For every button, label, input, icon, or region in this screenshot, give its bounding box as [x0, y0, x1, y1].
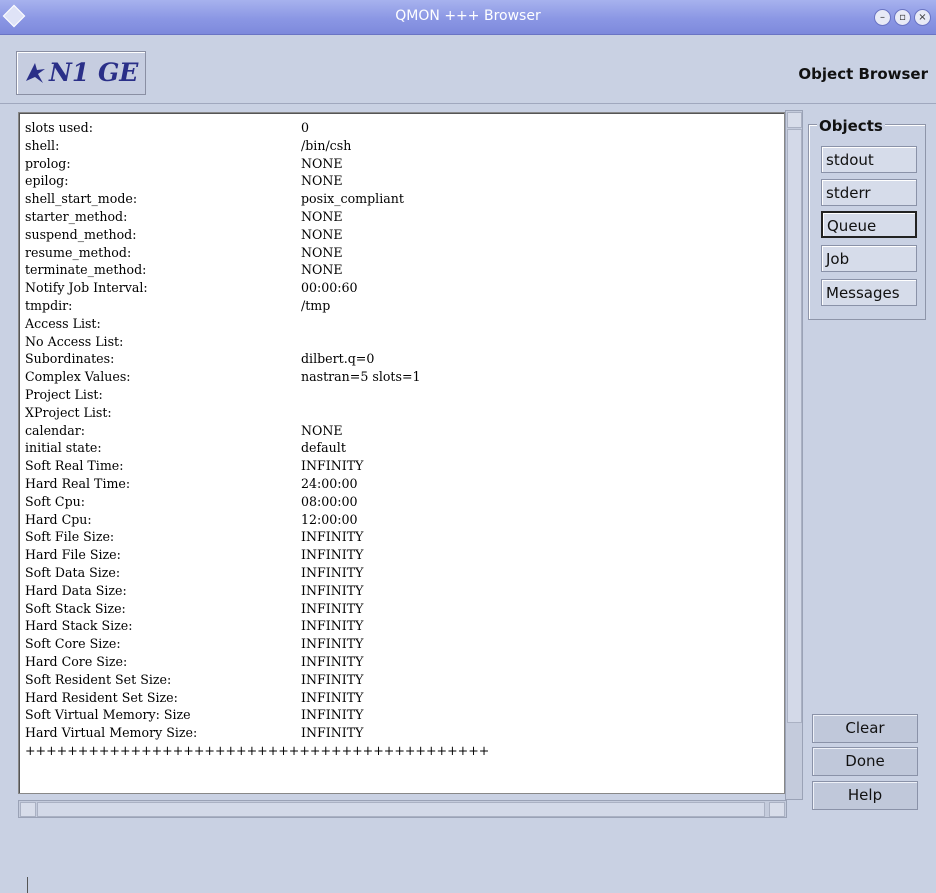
- info-key: epilog:: [25, 173, 69, 189]
- info-key: slots used:: [25, 120, 93, 135]
- info-value: NONE: [301, 155, 343, 171]
- info-key: shell_start_mode:: [25, 191, 138, 207]
- info-value: NONE: [301, 173, 343, 189]
- info-value: INFINITY: [301, 600, 364, 616]
- info-key: Hard Stack Size:: [25, 618, 133, 634]
- info-value: INFINITY: [301, 671, 364, 687]
- scroll-up-icon[interactable]: [787, 112, 802, 128]
- minimize-icon[interactable]: –: [874, 9, 891, 26]
- info-value: NONE: [301, 422, 343, 438]
- info-value: 24:00:00: [301, 475, 358, 491]
- help-button[interactable]: Help: [812, 781, 918, 810]
- info-key: calendar:: [25, 422, 85, 438]
- text-cursor: [27, 877, 30, 893]
- logo-text: N1 GE: [49, 58, 139, 87]
- scroll-thumb-horizontal[interactable]: [37, 802, 765, 817]
- maximize-icon[interactable]: ▫: [894, 9, 911, 26]
- info-key: shell:: [25, 137, 60, 153]
- info-key: ++++++++++++++++++++++++++++++++++++++++…: [25, 742, 490, 758]
- info-key: prolog:: [25, 155, 71, 171]
- info-value: INFINITY: [301, 653, 364, 669]
- info-value: NONE: [301, 262, 343, 278]
- info-key: Soft Stack Size:: [25, 600, 126, 616]
- window-title: QMON +++ Browser: [395, 8, 541, 24]
- n1ge-logo: N1 GE: [16, 51, 146, 95]
- info-value: default: [301, 440, 346, 456]
- info-key: XProject List:: [25, 404, 112, 420]
- horizontal-scrollbar[interactable]: [18, 800, 787, 818]
- scroll-thumb[interactable]: [787, 129, 802, 723]
- info-key: Hard Cpu:: [25, 511, 92, 527]
- info-value: /bin/csh: [301, 137, 352, 153]
- info-key: Notify Job Interval:: [25, 280, 148, 296]
- info-value: NONE: [301, 226, 343, 242]
- clear-button[interactable]: Clear: [812, 714, 918, 743]
- info-value: posix_compliant: [301, 191, 404, 207]
- info-value: INFINITY: [301, 725, 364, 741]
- info-key: Project List:: [25, 386, 103, 402]
- info-key: Complex Values:: [25, 369, 131, 385]
- info-value: INFINITY: [301, 582, 364, 598]
- info-key: Hard Core Size:: [25, 653, 128, 669]
- info-value: INFINITY: [301, 689, 364, 705]
- info-key: Soft Core Size:: [25, 636, 121, 652]
- info-value: 12:00:00: [301, 511, 358, 527]
- info-value: 0: [301, 120, 310, 135]
- info-value: INFINITY: [301, 529, 364, 545]
- object-info-text[interactable]: slots used: 0 shell: /bin/csh prolog: NONE epi…: [18, 112, 785, 893]
- info-value: NONE: [301, 208, 343, 224]
- info-key: Soft File Size:: [25, 529, 115, 545]
- info-key: terminate_method:: [25, 262, 147, 278]
- info-key: Soft Resident Set Size:: [25, 671, 172, 687]
- info-value: 00:00:60: [301, 280, 358, 296]
- stderr-button[interactable]: stderr: [821, 179, 917, 206]
- info-value: 08:00:00: [301, 493, 358, 509]
- info-key: No Access List:: [25, 333, 124, 349]
- info-value: dilbert.q=0: [301, 351, 375, 367]
- info-key: Soft Data Size:: [25, 564, 121, 580]
- info-key: Hard File Size:: [25, 547, 121, 563]
- scroll-right-icon[interactable]: [769, 802, 785, 817]
- info-value: INFINITY: [301, 618, 364, 634]
- info-key: Hard Real Time:: [25, 475, 131, 491]
- info-value: INFINITY: [301, 564, 364, 580]
- info-key: Soft Virtual Memory: Size: [25, 707, 191, 723]
- info-key: Hard Resident Set Size:: [25, 689, 178, 705]
- objects-group: Objects stdout stderr Queue Job Messages: [808, 117, 926, 320]
- info-key: Soft Real Time:: [25, 458, 124, 474]
- info-key: starter_method:: [25, 208, 128, 224]
- info-value: /tmp: [301, 297, 331, 313]
- queue-button[interactable]: Queue: [821, 211, 917, 238]
- objects-label: Objects: [817, 117, 885, 135]
- info-key: tmpdir:: [25, 297, 73, 313]
- stdout-button[interactable]: stdout: [821, 146, 917, 173]
- info-key: Subordinates:: [25, 351, 115, 367]
- info-key: Access List:: [25, 315, 101, 331]
- header: N1 GE Object Browser: [0, 35, 936, 104]
- info-key: initial state:: [25, 440, 102, 456]
- info-key: Soft Cpu:: [25, 493, 85, 509]
- info-key: resume_method:: [25, 244, 132, 260]
- close-icon[interactable]: ×: [914, 9, 931, 26]
- title-bar[interactable]: QMON +++ Browser – ▫ ×: [0, 0, 936, 35]
- info-value: INFINITY: [301, 707, 364, 723]
- info-value: INFINITY: [301, 458, 364, 474]
- job-button[interactable]: Job: [821, 245, 917, 272]
- done-button[interactable]: Done: [812, 747, 918, 776]
- vertical-scrollbar[interactable]: [785, 110, 803, 800]
- bird-icon: [26, 63, 45, 83]
- info-value: NONE: [301, 244, 343, 260]
- info-value: INFINITY: [301, 636, 364, 652]
- info-key: Hard Virtual Memory Size:: [25, 725, 198, 741]
- info-value: nastran=5 slots=1: [301, 369, 421, 385]
- info-value: INFINITY: [301, 547, 364, 563]
- messages-button[interactable]: Messages: [821, 279, 917, 306]
- scroll-left-icon[interactable]: [20, 802, 36, 817]
- info-key: suspend_method:: [25, 226, 137, 242]
- info-key: Hard Data Size:: [25, 582, 127, 598]
- page-title: Object Browser: [798, 65, 928, 83]
